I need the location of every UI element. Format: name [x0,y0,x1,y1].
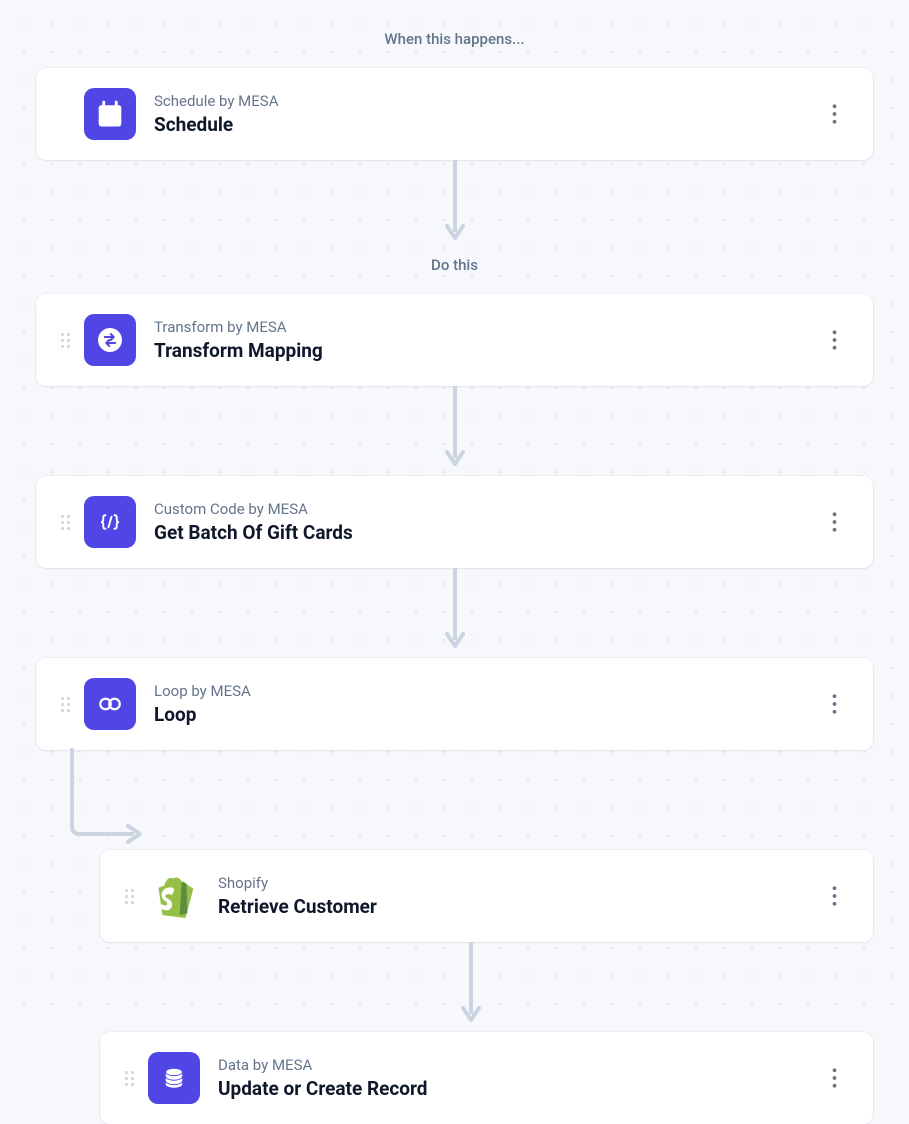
step-text: Schedule by MESA Schedule [154,92,817,137]
shopify-icon [148,870,200,922]
step-text: Custom Code by MESA Get Batch Of Gift Ca… [154,500,817,545]
more-options-button[interactable] [817,879,851,913]
step-card-shopify-retrieve[interactable]: Shopify Retrieve Customer [100,850,873,942]
connector-arrow-icon [36,160,873,250]
step-card-transform[interactable]: Transform by MESA Transform Mapping [36,294,873,386]
step-subtitle: Data by MESA [218,1056,817,1074]
more-options-button[interactable] [817,323,851,357]
drag-handle-icon[interactable] [58,515,72,530]
step-subtitle: Loop by MESA [154,682,817,700]
step-text: Shopify Retrieve Customer [218,874,817,919]
step-subtitle: Shopify [218,874,817,892]
step-card-loop[interactable]: Loop by MESA Loop [36,658,873,750]
connector-arrow-icon [36,568,873,658]
step-title: Get Batch Of Gift Cards [154,522,817,545]
drag-handle-icon[interactable] [122,889,136,904]
step-title: Transform Mapping [154,340,817,363]
loop-icon [84,678,136,730]
more-options-button[interactable] [817,1061,851,1095]
drag-handle-icon[interactable] [122,1071,136,1086]
workflow-canvas: When this happens... Schedule by MESA [0,0,909,1124]
trigger-section-label: When this happens... [36,30,873,48]
calendar-icon [84,88,136,140]
step-card-custom-code[interactable]: Custom Code by MESA Get Batch Of Gift Ca… [36,476,873,568]
step-card-data-record[interactable]: Data by MESA Update or Create Record [100,1032,873,1124]
step-card-schedule[interactable]: Schedule by MESA Schedule [36,68,873,160]
step-text: Loop by MESA Loop [154,682,817,727]
more-options-button[interactable] [817,97,851,131]
action-section-label: Do this [36,256,873,274]
code-icon [84,496,136,548]
step-subtitle: Custom Code by MESA [154,500,817,518]
step-subtitle: Schedule by MESA [154,92,817,110]
database-icon [148,1052,200,1104]
transform-icon [84,314,136,366]
step-title: Update or Create Record [218,1078,817,1101]
step-subtitle: Transform by MESA [154,318,817,336]
more-options-button[interactable] [817,505,851,539]
connector-arrow-icon [36,386,873,476]
step-text: Data by MESA Update or Create Record [218,1056,817,1101]
step-title: Schedule [154,114,817,137]
step-title: Loop [154,704,817,727]
connector-branch-icon [36,750,873,850]
step-text: Transform by MESA Transform Mapping [154,318,817,363]
drag-handle-icon[interactable] [58,697,72,712]
connector-arrow-icon [68,942,873,1032]
more-options-button[interactable] [817,687,851,721]
drag-handle-icon[interactable] [58,333,72,348]
step-title: Retrieve Customer [218,896,817,919]
